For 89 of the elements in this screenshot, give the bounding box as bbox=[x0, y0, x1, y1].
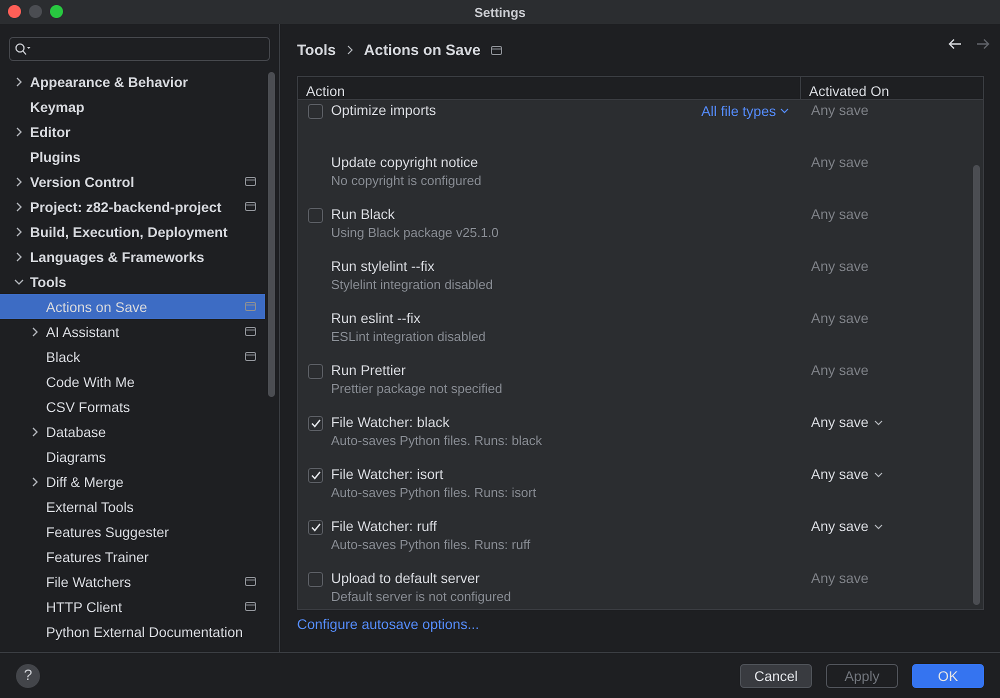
cancel-button[interactable]: Cancel bbox=[740, 664, 812, 688]
action-name: Run Prettier bbox=[331, 362, 407, 378]
sidebar-item[interactable]: Diagrams bbox=[0, 444, 265, 469]
chevron-down-icon bbox=[780, 108, 789, 114]
action-detail: Prettier package not specified bbox=[331, 381, 504, 396]
help-button[interactable]: ? bbox=[16, 664, 40, 688]
file-types-link[interactable]: All file types bbox=[701, 102, 776, 118]
sidebar-item[interactable]: Actions on Save bbox=[0, 294, 265, 319]
sidebar-item[interactable]: Appearance & Behavior bbox=[0, 69, 265, 94]
activated-on-label: Any save bbox=[811, 570, 869, 587]
sidebar-item[interactable]: HTTP Client bbox=[0, 594, 265, 619]
action-name: File Watcher: black bbox=[331, 414, 451, 430]
sidebar-item[interactable]: Code With Me bbox=[0, 369, 265, 394]
activated-on-label: Any save bbox=[811, 258, 869, 275]
action-name: File Watcher: isort bbox=[331, 466, 444, 482]
checkbox[interactable] bbox=[308, 104, 323, 119]
project-scope-icon bbox=[245, 202, 256, 211]
chevron-right-icon bbox=[346, 45, 354, 55]
zoom-button[interactable] bbox=[50, 5, 63, 18]
activated-on-label[interactable]: Any save bbox=[811, 518, 869, 535]
activated-on-label[interactable]: Any save bbox=[811, 466, 869, 483]
configure-autosave-link[interactable]: Configure autosave options... bbox=[297, 616, 480, 632]
action-name: Upload to default server bbox=[331, 570, 481, 586]
action-detail: ESLint integration disabled bbox=[331, 329, 487, 344]
sidebar-item[interactable]: Python External Documentation bbox=[0, 619, 265, 644]
sidebar-item[interactable]: Tools bbox=[0, 269, 265, 294]
sidebar-item[interactable]: CSV Formats bbox=[0, 394, 265, 419]
checkbox[interactable] bbox=[308, 572, 323, 587]
project-scope-icon bbox=[490, 46, 502, 54]
sidebar-item[interactable]: Plugins bbox=[0, 144, 265, 169]
search-field[interactable] bbox=[9, 37, 270, 61]
column-header[interactable]: Activated On bbox=[801, 77, 983, 99]
chevron-down-icon bbox=[874, 420, 883, 426]
project-scope-icon bbox=[245, 602, 256, 611]
action-detail: Auto-saves Python files. Runs: ruff bbox=[331, 537, 532, 552]
breadcrumb-item[interactable]: Tools bbox=[297, 42, 336, 58]
window-title: Settings bbox=[474, 4, 526, 20]
back-arrow-icon[interactable] bbox=[948, 38, 962, 50]
action-detail: Stylelint integration disabled bbox=[331, 277, 494, 292]
checkbox[interactable] bbox=[308, 416, 323, 431]
sidebar-item[interactable]: Features Trainer bbox=[0, 544, 265, 569]
column-header[interactable]: Action bbox=[298, 77, 801, 99]
action-name: File Watcher: ruff bbox=[331, 518, 438, 534]
project-scope-icon bbox=[245, 577, 256, 586]
sidebar-item[interactable]: Version Control bbox=[0, 169, 265, 194]
activated-on-label[interactable]: Any save bbox=[811, 414, 869, 431]
sidebar-item[interactable]: Diff & Merge bbox=[0, 469, 265, 494]
sidebar-item[interactable]: Features Suggester bbox=[0, 519, 265, 544]
action-detail: Auto-saves Python files. Runs: black bbox=[331, 433, 543, 448]
sidebar-item[interactable]: Project: z82-backend-project bbox=[0, 194, 265, 219]
activated-on-label: Any save bbox=[811, 362, 869, 379]
action-detail: Default server is not configured bbox=[331, 589, 512, 604]
forward-arrow-icon[interactable] bbox=[976, 38, 990, 50]
action-name: Update copyright notice bbox=[331, 154, 480, 170]
action-detail: Using Black package v25.1.0 bbox=[331, 225, 500, 240]
action-detail: Auto-saves Python files. Runs: isort bbox=[331, 485, 538, 500]
scrollbar-thumb[interactable] bbox=[973, 165, 980, 605]
activated-on-label: Any save bbox=[811, 310, 869, 327]
sidebar-item[interactable]: Black bbox=[0, 344, 265, 369]
close-button[interactable] bbox=[8, 5, 21, 18]
sidebar-item[interactable]: External Tools bbox=[0, 494, 265, 519]
checkbox[interactable] bbox=[308, 468, 323, 483]
project-scope-icon bbox=[245, 327, 256, 336]
action-detail: No copyright is configured bbox=[331, 173, 482, 188]
action-name: Run stylelint --fix bbox=[331, 258, 436, 274]
sidebar-item[interactable]: Editor bbox=[0, 119, 265, 144]
action-name: Run eslint --fix bbox=[331, 310, 422, 326]
action-name: Run Black bbox=[331, 206, 396, 222]
breadcrumb-item: Actions on Save bbox=[364, 42, 481, 58]
activated-on-label: Any save bbox=[811, 206, 869, 223]
activated-on-label: Any save bbox=[811, 154, 869, 171]
sidebar-item[interactable]: AI Assistant bbox=[0, 319, 265, 344]
chevron-down-icon bbox=[874, 524, 883, 530]
project-scope-icon bbox=[245, 177, 256, 186]
checkbox[interactable] bbox=[308, 208, 323, 223]
chevron-down-icon bbox=[874, 472, 883, 478]
checkbox[interactable] bbox=[308, 364, 323, 379]
scrollbar-thumb[interactable] bbox=[268, 72, 275, 397]
sidebar-item[interactable]: Keymap bbox=[0, 94, 265, 119]
project-scope-icon bbox=[245, 302, 256, 311]
sidebar-item[interactable]: Database bbox=[0, 419, 265, 444]
sidebar-item[interactable]: Build, Execution, Deployment bbox=[0, 219, 265, 244]
sidebar-item[interactable]: Languages & Frameworks bbox=[0, 244, 265, 269]
activated-on-label: Any save bbox=[811, 102, 869, 119]
action-name: Optimize imports bbox=[331, 102, 438, 118]
checkbox[interactable] bbox=[308, 520, 323, 535]
search-icon bbox=[15, 43, 31, 55]
project-scope-icon bbox=[245, 352, 256, 361]
sidebar-item[interactable]: File Watchers bbox=[0, 569, 265, 594]
